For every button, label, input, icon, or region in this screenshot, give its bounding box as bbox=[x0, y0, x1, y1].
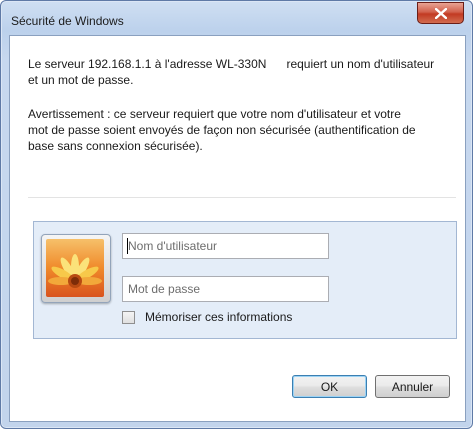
close-icon bbox=[434, 7, 447, 19]
dialog-content: Le serveur 192.168.1.1 à l'adresse WL-33… bbox=[9, 35, 466, 422]
warning-message: Avertissement : ce serveur requiert que … bbox=[28, 106, 456, 154]
credential-tile: Nom d'utilisateur Mot de passe Mémoriser… bbox=[33, 221, 457, 339]
remember-option[interactable]: Mémoriser ces informations bbox=[122, 310, 292, 324]
remember-checkbox[interactable] bbox=[122, 310, 135, 324]
server-message: Le serveur 192.168.1.1 à l'adresse WL-33… bbox=[28, 56, 456, 88]
server-message-line-1-tail: requiert un nom d'utilisateur bbox=[286, 57, 435, 71]
warning-line-2: mot de passe soient envoyés de façon non… bbox=[28, 123, 416, 137]
cancel-button[interactable]: Annuler bbox=[375, 375, 450, 398]
ok-button[interactable]: OK bbox=[292, 375, 367, 398]
username-placeholder: Nom d'utilisateur bbox=[128, 239, 217, 253]
close-button[interactable] bbox=[417, 2, 464, 24]
flower-user-icon bbox=[46, 239, 104, 297]
text-caret bbox=[127, 238, 128, 254]
password-field[interactable]: Mot de passe bbox=[122, 276, 329, 302]
divider bbox=[28, 197, 456, 198]
remember-label: Mémoriser ces informations bbox=[145, 310, 293, 324]
username-field[interactable]: Nom d'utilisateur bbox=[122, 233, 329, 259]
title-bar[interactable]: Sécurité de Windows bbox=[1, 1, 472, 35]
window-title: Sécurité de Windows bbox=[11, 14, 124, 28]
security-dialog: Sécurité de Windows Le serveur 192.168.1… bbox=[0, 0, 473, 429]
user-picture bbox=[41, 234, 111, 303]
warning-line-1: Avertissement : ce serveur requiert que … bbox=[28, 107, 401, 121]
password-placeholder: Mot de passe bbox=[128, 282, 201, 296]
server-message-line-1: Le serveur 192.168.1.1 à l'adresse WL-33… bbox=[28, 57, 267, 71]
server-message-line-2: et un mot de passe. bbox=[28, 73, 134, 87]
warning-line-3: base sans connexion sécurisée). bbox=[28, 139, 203, 153]
